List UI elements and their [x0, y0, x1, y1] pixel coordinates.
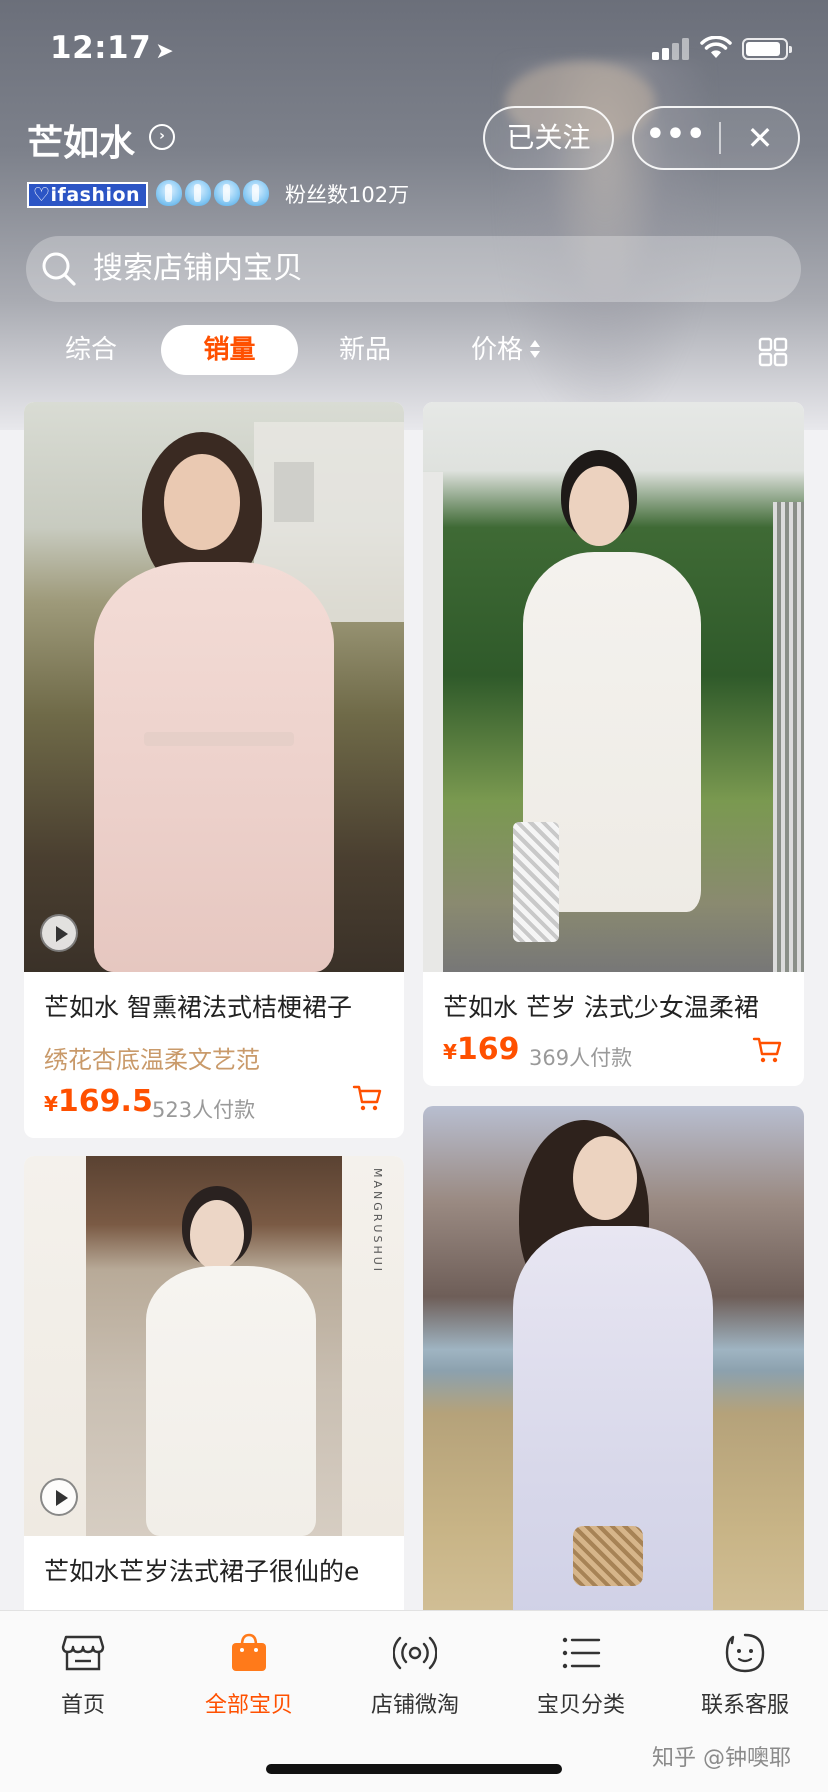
tab-label: 宝贝分类: [536, 1693, 625, 1718]
price-value: 169: [456, 1032, 520, 1067]
sort-arrows-icon: [530, 339, 540, 358]
fans-count: 粉丝数102万: [285, 183, 410, 207]
tab-label: 首页: [60, 1693, 105, 1718]
shop-info-arrow-icon[interactable]: ›: [149, 124, 175, 150]
tab-comprehensive[interactable]: 综合: [56, 325, 126, 375]
video-play-icon[interactable]: [40, 1478, 78, 1516]
more-button[interactable]: •••: [634, 108, 718, 168]
shop-search-bar[interactable]: 搜索店铺内宝贝: [26, 236, 801, 302]
crown-icon: [214, 180, 240, 206]
storefront-icon: [61, 1635, 105, 1671]
wifi-icon: [700, 36, 732, 58]
shopping-bag-icon: [232, 1633, 266, 1671]
tab-label: 全部宝贝: [204, 1693, 293, 1718]
heart-icon: ♡: [33, 184, 51, 206]
product-card[interactable]: MANGRUSHUI 芒如水芒岁法式裙子很仙的e: [24, 1156, 404, 1636]
ifashion-badge: ♡ifashion: [27, 182, 149, 208]
brand-watermark-text: MANGRUSHUI: [371, 1168, 384, 1275]
product-card[interactable]: 芒如水 芒岁 法式少女温柔裙 ¥169 369人付款: [423, 402, 804, 1086]
product-image[interactable]: [423, 402, 804, 972]
tab-categories[interactable]: 宝贝分类: [498, 1611, 664, 1731]
close-button[interactable]: ✕: [721, 108, 799, 168]
crown-icon: [243, 180, 269, 206]
follow-button[interactable]: 已关注: [483, 106, 614, 170]
shop-name[interactable]: 芒如水: [27, 114, 135, 166]
sales-count: 523人付款: [152, 1098, 256, 1122]
model-photo: [86, 1156, 342, 1536]
home-indicator[interactable]: [266, 1764, 562, 1774]
product-title: 芒如水芒岁法式裙子很仙的e: [44, 1557, 360, 1586]
product-card[interactable]: 芒如水 智熏裙法式桔梗裙子 绣花杏底温柔文艺范 ¥169.5 523人付款: [24, 402, 404, 1138]
crown-icon: [185, 180, 211, 206]
location-arrow-icon: ➤: [155, 39, 175, 64]
currency-symbol: ¥: [44, 1092, 58, 1116]
ifashion-label: ifashion: [50, 184, 141, 206]
product-image[interactable]: [24, 402, 404, 972]
tab-label: 店铺微淘: [370, 1693, 459, 1718]
sort-tabs: 综合 销量 新品 价格: [0, 320, 828, 380]
tab-customer-service[interactable]: 联系客服: [662, 1611, 828, 1731]
grid-view-icon[interactable]: [758, 337, 788, 367]
search-icon: [42, 252, 76, 286]
tab-label: 联系客服: [700, 1693, 789, 1718]
add-to-cart-icon[interactable]: [352, 1084, 382, 1112]
status-time: 12:17 ➤: [50, 30, 174, 66]
product-price: ¥169.5: [44, 1084, 153, 1119]
battery-icon: [742, 38, 792, 60]
product-title: 芒如水 智熏裙法式桔梗裙子: [44, 993, 352, 1022]
search-input[interactable]: 搜索店铺内宝贝: [93, 248, 303, 290]
crown-icon: [156, 180, 182, 206]
shop-rating-crowns: [156, 180, 272, 208]
tab-new[interactable]: 新品: [330, 325, 400, 375]
cellular-signal-icon: [652, 38, 690, 60]
list-icon: [562, 1637, 601, 1669]
product-subtitle: 绣花杏底温柔文艺范: [44, 1046, 260, 1074]
zhihu-watermark: 知乎 @钟噢耶: [652, 1746, 791, 1771]
product-card[interactable]: [423, 1106, 804, 1636]
tab-sales[interactable]: 销量: [161, 325, 298, 375]
product-price: ¥169: [443, 1032, 520, 1067]
video-play-icon[interactable]: [40, 914, 78, 952]
status-bar: 12:17 ➤: [0, 0, 828, 96]
currency-symbol: ¥: [443, 1040, 457, 1064]
add-to-cart-icon[interactable]: [752, 1036, 782, 1064]
product-image[interactable]: [423, 1106, 804, 1636]
clock-text: 12:17: [50, 30, 152, 66]
tab-home[interactable]: 首页: [0, 1611, 166, 1731]
mini-program-capsule: ••• ✕: [632, 106, 800, 170]
tab-price-label: 价格: [470, 335, 523, 365]
product-image[interactable]: MANGRUSHUI: [24, 1156, 404, 1536]
broadcast-icon: [393, 1636, 437, 1670]
tab-price[interactable]: 价格: [460, 325, 552, 375]
product-title: 芒如水 芒岁 法式少女温柔裙: [443, 993, 759, 1022]
price-value: 169.5: [57, 1084, 153, 1119]
tab-shop-feed[interactable]: 店铺微淘: [332, 1611, 498, 1731]
sales-count: 369人付款: [529, 1046, 633, 1070]
tab-all-items[interactable]: 全部宝贝: [166, 1611, 332, 1731]
chat-bubble-icon: [725, 1633, 765, 1673]
